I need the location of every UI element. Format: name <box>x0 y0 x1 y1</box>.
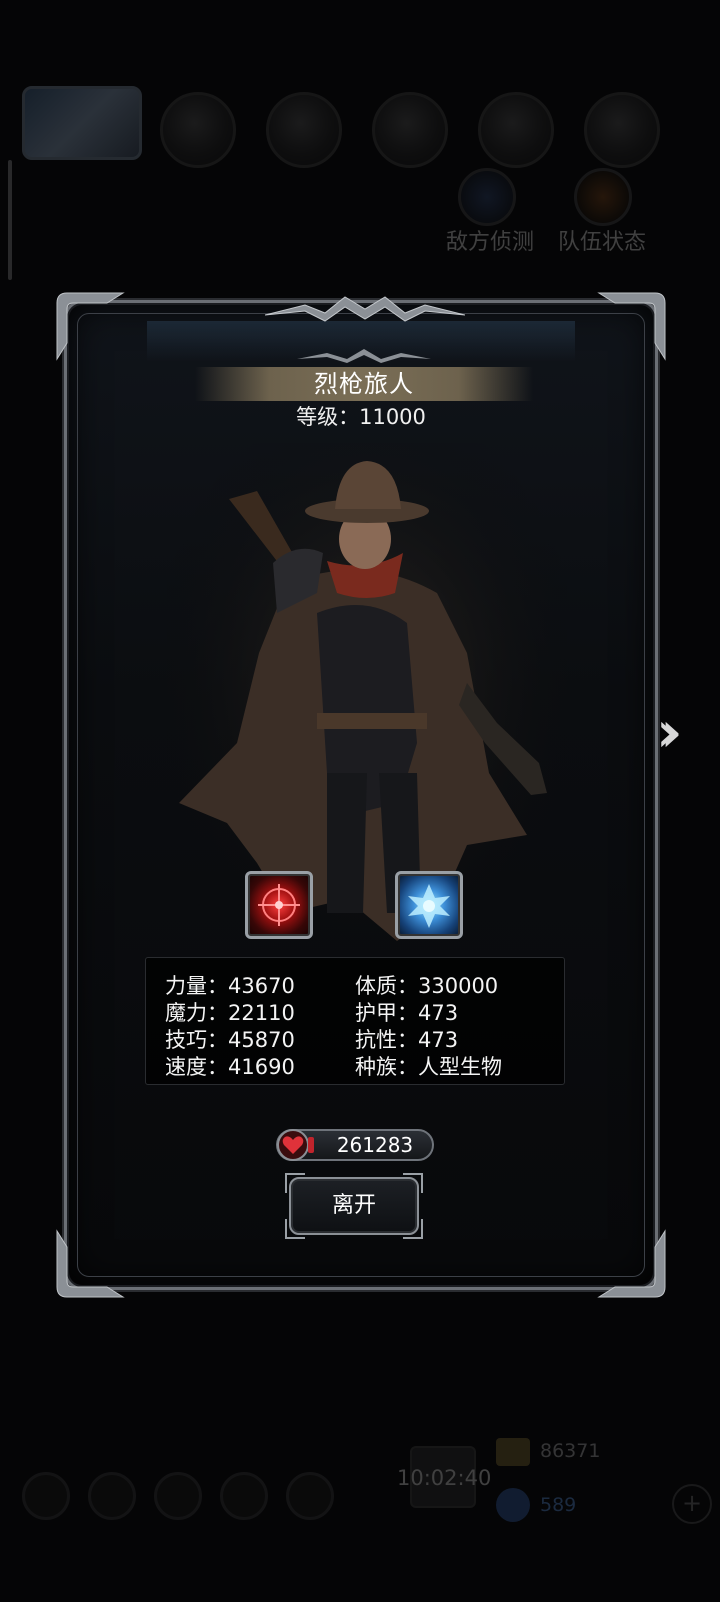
menu-icon[interactable] <box>220 1472 268 1520</box>
gold-icon <box>496 1438 530 1466</box>
menu-icon[interactable] <box>88 1472 136 1520</box>
add-icon[interactable]: + <box>672 1484 712 1524</box>
team-status-label: 队伍状态 <box>558 230 647 255</box>
leave-button-label: 离开 <box>331 1193 376 1218</box>
stat-race: 种族人型生物 <box>355 1051 502 1081</box>
title-ornament-icon <box>297 349 431 363</box>
top-ornament-icon <box>265 296 465 322</box>
menu-icon[interactable] <box>286 1472 334 1520</box>
enemy-name: 烈枪旅人 <box>195 367 533 401</box>
enemy-scout-button[interactable] <box>458 168 516 226</box>
level-label: 等级 <box>296 405 339 429</box>
gold-amount: 86371 <box>540 1440 601 1462</box>
enemy-info-dialog: 烈枪旅人 等级：11000 力量 ： 43670 魔力 ： 22110 技巧 ：… <box>56 292 666 1298</box>
winged-cross-skill-icon[interactable] <box>395 871 463 939</box>
button-ornament-icon <box>285 1219 305 1239</box>
equipment-slot-icon[interactable] <box>478 92 554 168</box>
stat-constitution: 体质330000 <box>355 970 498 1000</box>
scrollbar[interactable] <box>8 160 12 280</box>
enemy-scout-label: 敌方侦测 <box>446 230 535 255</box>
menu-icon[interactable] <box>22 1472 70 1520</box>
button-ornament-icon <box>285 1173 305 1193</box>
crosshair-skill-icon[interactable] <box>245 871 313 939</box>
clock: 10:02:40 <box>397 1466 492 1490</box>
hp-value: 261283 <box>336 1133 414 1157</box>
stat-skill: 技巧45870 <box>165 1024 295 1054</box>
button-ornament-icon <box>403 1173 423 1193</box>
gem-amount: 589 <box>540 1494 577 1516</box>
hp-bar <box>308 1137 314 1153</box>
corner-ornament-icon <box>595 289 669 363</box>
corner-ornament-icon <box>53 1227 127 1301</box>
stat-resistance: 抗性473 <box>355 1024 458 1054</box>
enemy-level: 等级：11000 <box>296 405 426 429</box>
button-ornament-icon <box>403 1219 423 1239</box>
character-portrait <box>167 443 567 963</box>
hp-display: 261283 <box>276 1129 434 1161</box>
level-value: 11000 <box>359 405 426 429</box>
leave-button[interactable]: 离开 <box>285 1173 423 1239</box>
equipment-slot-icon[interactable] <box>266 92 342 168</box>
equipment-slot-icon[interactable] <box>372 92 448 168</box>
team-status-button[interactable] <box>574 168 632 226</box>
menu-icon[interactable] <box>154 1472 202 1520</box>
stat-speed: 速度41690 <box>165 1051 295 1081</box>
stat-strength: 力量43670 <box>165 970 295 1000</box>
stat-armor: 护甲473 <box>355 997 458 1027</box>
gem-icon <box>496 1488 530 1522</box>
equipment-slot-icon[interactable] <box>584 92 660 168</box>
inventory-slot-main[interactable] <box>22 86 142 160</box>
heart-icon <box>277 1129 309 1161</box>
corner-ornament-icon <box>53 289 127 363</box>
stat-magic: 魔力22110 <box>165 997 295 1027</box>
corner-ornament-icon <box>595 1227 669 1301</box>
equipment-slot-icon[interactable] <box>160 92 236 168</box>
stats-panel: 力量43670 魔力22110 技巧45870 速度41690 体质330000… <box>145 957 565 1085</box>
